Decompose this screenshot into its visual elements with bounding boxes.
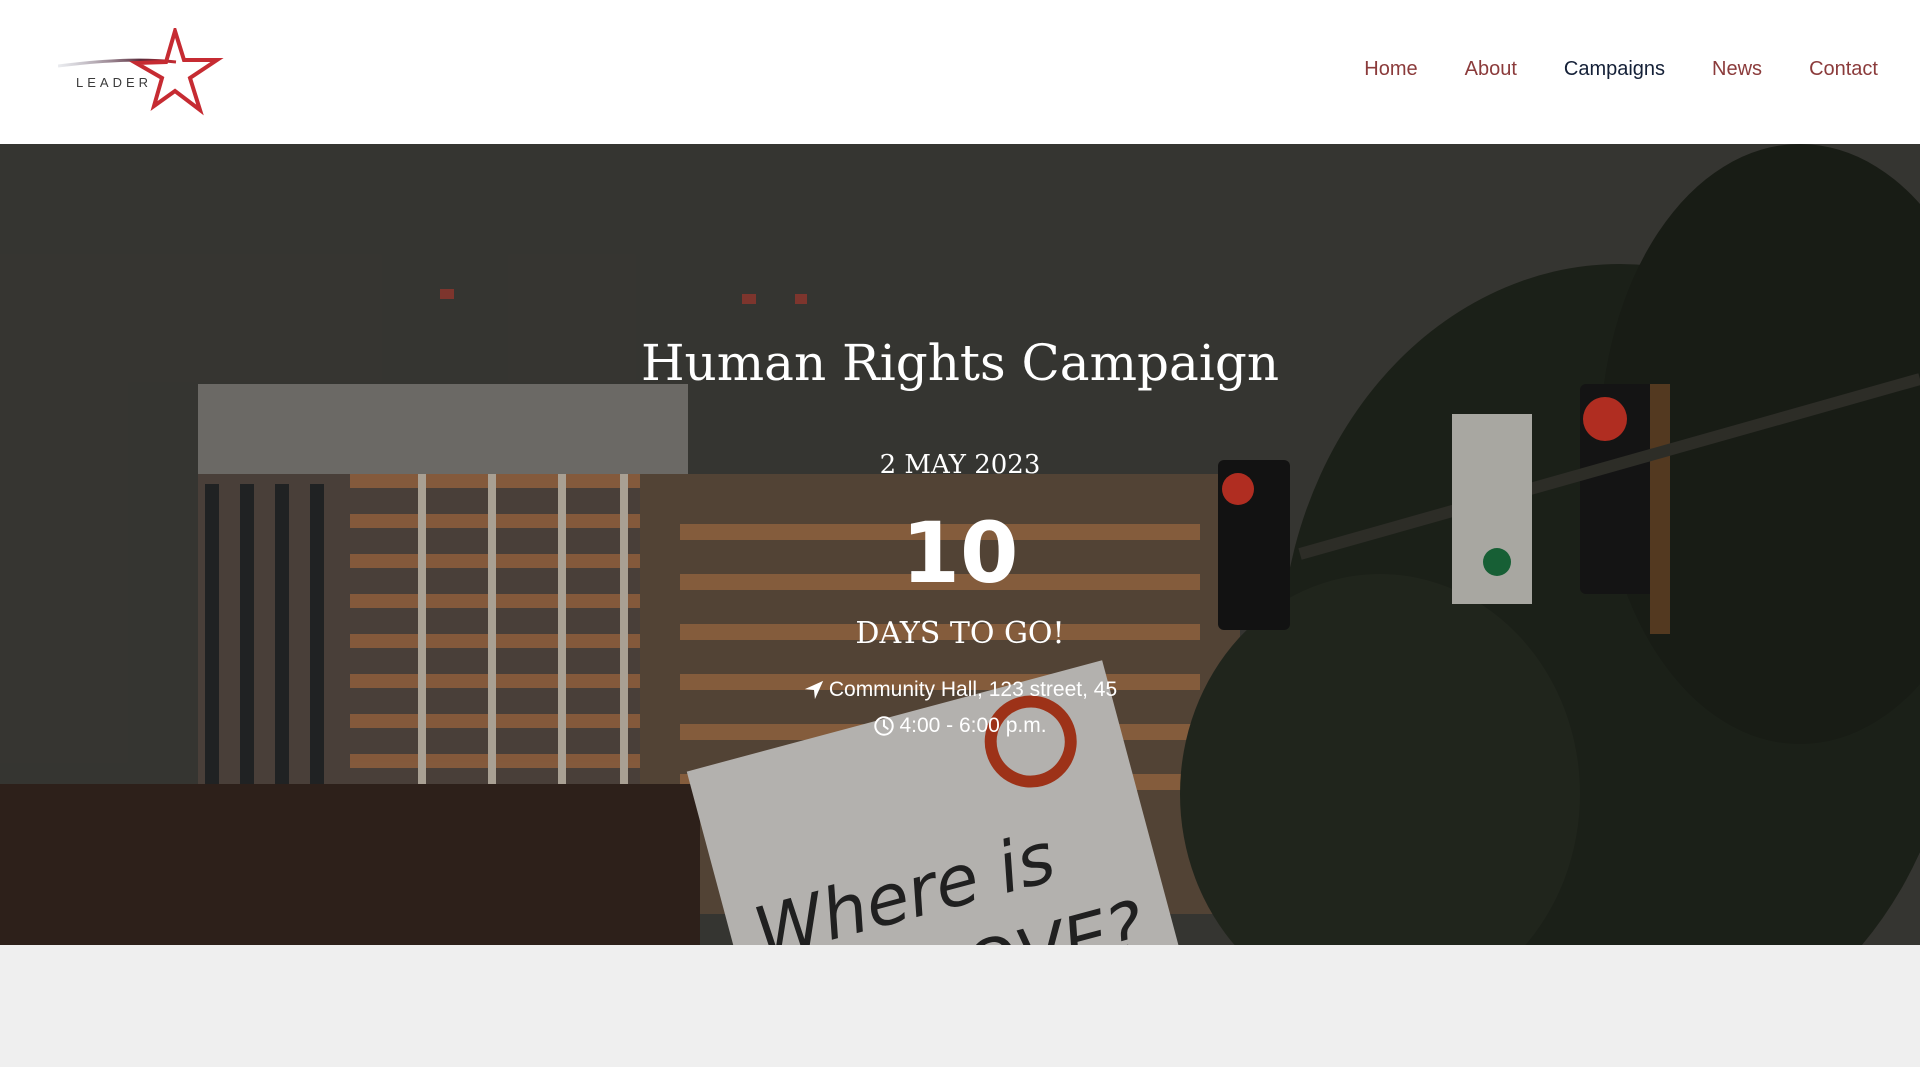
hero-banner: Where is LOVE? Human Rights Campaign 2 M… (0, 144, 1920, 945)
location-text: Community Hall, 123 street, 45 (828, 678, 1118, 701)
location-arrow-icon (804, 680, 824, 700)
campaign-date: 2 MAY 2023 (879, 450, 1041, 480)
brand-logo[interactable]: LEADER (57, 24, 228, 118)
nav-home[interactable]: Home (1364, 58, 1417, 81)
campaign-location: Community Hall, 123 street, 45 (0, 678, 1920, 702)
main-nav: Home About Campaigns News Contact (1317, 58, 1878, 81)
campaign-title: Human Rights Campaign (640, 334, 1280, 392)
site-header: LEADER Home About Campaigns News Contact (0, 0, 1920, 144)
nav-about[interactable]: About (1465, 58, 1517, 81)
page-body-empty (0, 945, 1920, 1067)
nav-contact[interactable]: Contact (1809, 58, 1878, 81)
star-logo-icon (57, 24, 224, 116)
logo-text: LEADER (76, 75, 153, 90)
time-text: 4:00 - 6:00 p.m. (899, 714, 1047, 737)
countdown-label: DAYS TO GO! (855, 616, 1065, 651)
countdown-value: 10 (901, 504, 1019, 602)
campaign-time: 4:00 - 6:00 p.m. (0, 714, 1920, 738)
clock-icon (874, 716, 895, 736)
nav-campaigns[interactable]: Campaigns (1564, 58, 1665, 81)
hero-content: Human Rights Campaign 2 MAY 2023 10 DAYS… (0, 144, 1920, 945)
nav-news[interactable]: News (1712, 58, 1762, 81)
